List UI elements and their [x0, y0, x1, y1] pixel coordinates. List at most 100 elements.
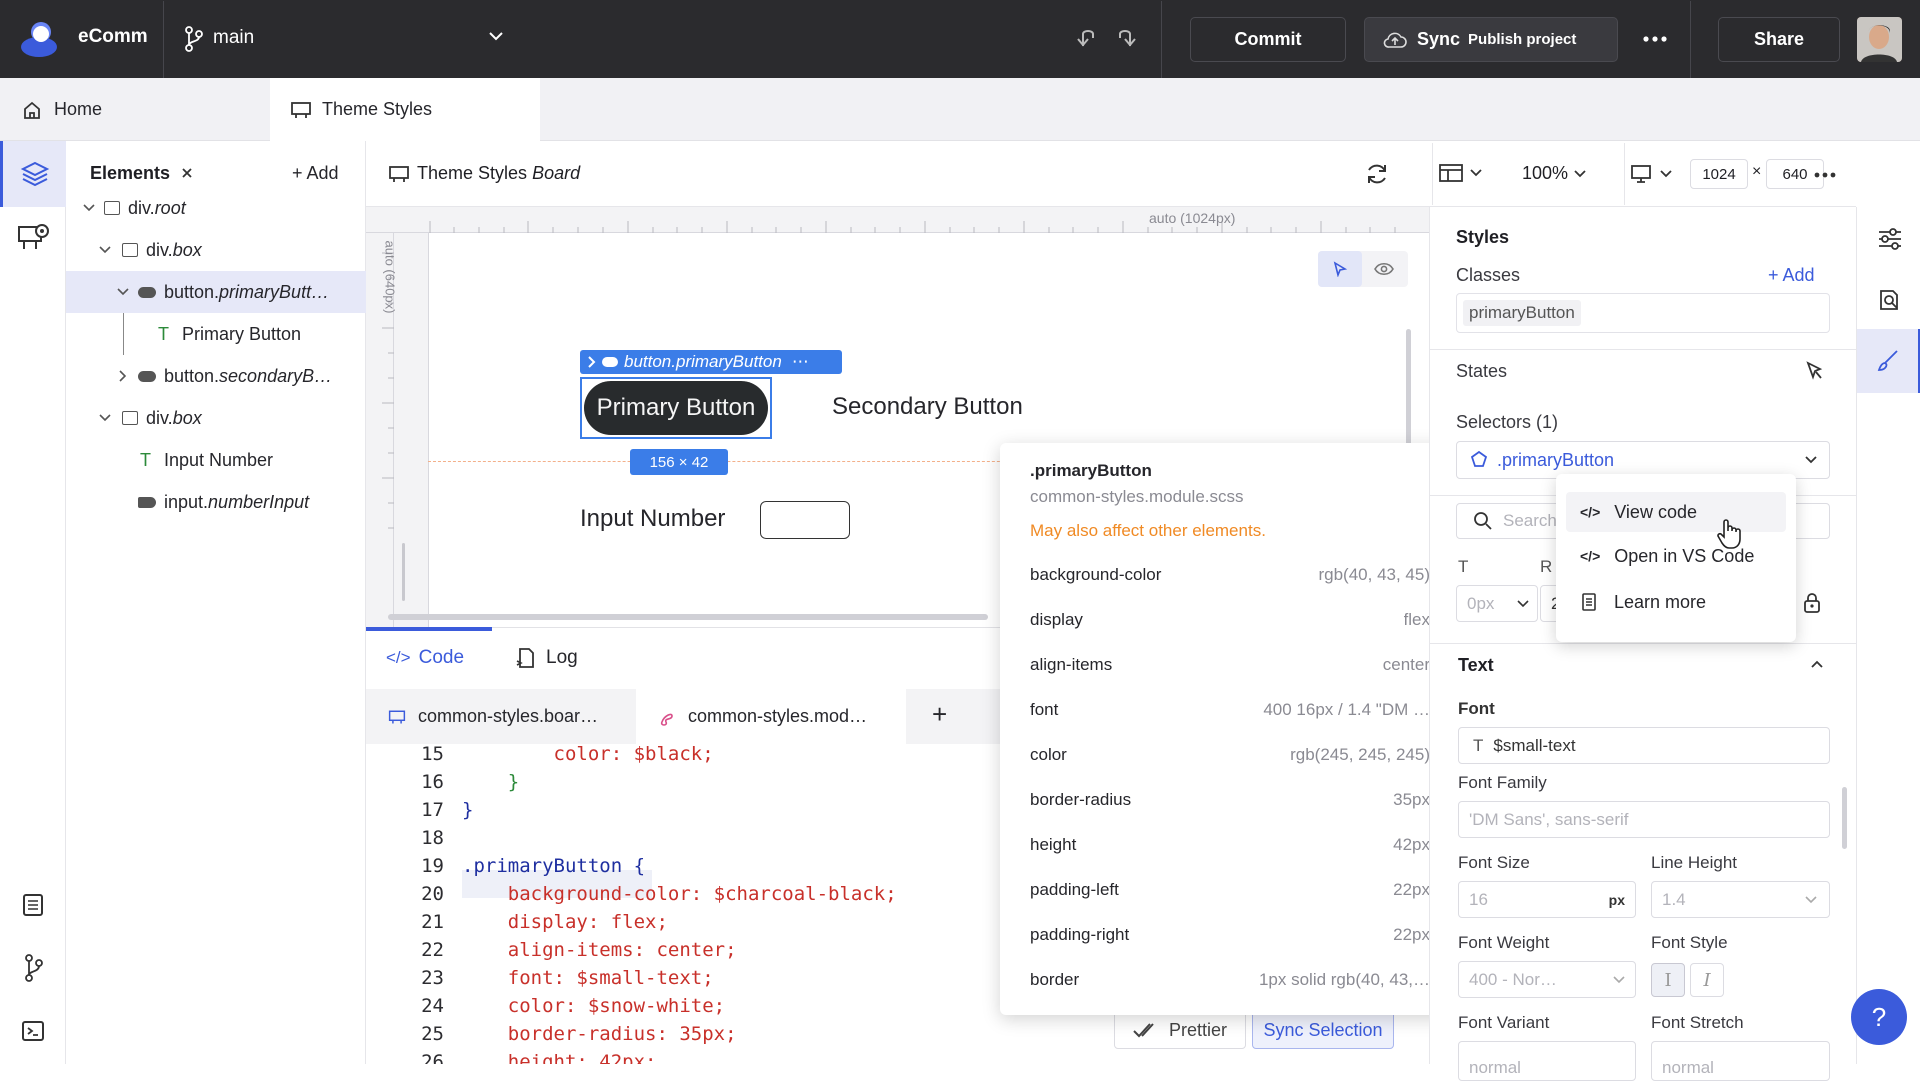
scrollbar-horizontal[interactable]: [388, 614, 988, 620]
font-size-unit[interactable]: px: [1609, 892, 1625, 908]
chevron-right-icon[interactable]: [118, 369, 128, 383]
layout-toggle[interactable]: [1438, 163, 1482, 183]
tree-item-div-box-2[interactable]: div.box: [66, 397, 366, 439]
panel-scrollbar[interactable]: [1842, 787, 1847, 849]
text-section-title[interactable]: Text: [1458, 655, 1494, 676]
code-icon: </>: [386, 648, 411, 667]
app-name[interactable]: eComm: [78, 26, 148, 48]
position-top-input[interactable]: 0px: [1456, 585, 1538, 622]
sync-selection-button[interactable]: Sync Selection: [1252, 1011, 1394, 1049]
tab-theme-styles[interactable]: Theme Styles: [270, 78, 540, 141]
tree-item-button-primary[interactable]: button.primaryButt…: [66, 271, 366, 313]
tab-code[interactable]: </> Code: [386, 647, 464, 669]
more-icon[interactable]: [1814, 163, 1836, 187]
font-variant-select[interactable]: normal: [1458, 1041, 1636, 1081]
undo-icon[interactable]: [1075, 26, 1101, 50]
property-value: center: [1382, 655, 1430, 674]
chevron-up-icon[interactable]: [1810, 659, 1824, 669]
add-element-button[interactable]: + Add: [292, 163, 339, 184]
tab-home[interactable]: Home: [0, 78, 270, 141]
zoom-select[interactable]: 100%: [1522, 163, 1586, 184]
tree-item-primary-button-text[interactable]: T Primary Button: [66, 313, 366, 355]
inspect-icon[interactable]: [1877, 287, 1903, 313]
chevron-down-icon[interactable]: [98, 413, 112, 423]
branch-name[interactable]: main: [213, 27, 254, 49]
layers-icon[interactable]: [0, 141, 66, 207]
board-title[interactable]: Theme Styles Board: [417, 163, 580, 184]
tab-log-label: Log: [546, 647, 578, 668]
line-text: height: 42px;: [462, 1051, 657, 1064]
share-button[interactable]: Share: [1718, 17, 1840, 62]
document-tabs: Home Theme Styles: [0, 78, 1920, 141]
sync-publish-button[interactable]: Sync Publish project: [1364, 17, 1618, 62]
chevron-down-icon[interactable]: [116, 287, 130, 297]
chevron-down-icon[interactable]: [488, 30, 504, 42]
primary-button[interactable]: Primary Button: [584, 381, 768, 435]
class-chip[interactable]: primaryButton: [1463, 300, 1581, 326]
scrollbar-vertical[interactable]: [1406, 329, 1411, 459]
tab-code-label: Code: [418, 647, 465, 668]
tab-log[interactable]: Log: [516, 647, 578, 669]
tree-item-input-number-text[interactable]: T Input Number: [66, 439, 366, 481]
tree-item-input-number[interactable]: input.numberInput: [66, 481, 366, 523]
document-icon[interactable]: [22, 893, 44, 917]
help-button[interactable]: ?: [1851, 989, 1907, 1045]
popover-file[interactable]: common-styles.module.scss: [1030, 487, 1244, 507]
avatar[interactable]: [1857, 17, 1902, 62]
more-icon[interactable]: ⋯: [792, 352, 809, 372]
menu-item-open-vscode[interactable]: </> Open in VS Code: [1566, 536, 1786, 576]
font-stretch-select[interactable]: normal: [1651, 1041, 1830, 1081]
chevron-down-icon[interactable]: [98, 245, 112, 255]
sliders-icon[interactable]: [1877, 227, 1903, 251]
tree-label: Primary Button: [182, 323, 302, 344]
chevron-down-icon[interactable]: [82, 203, 96, 213]
refresh-icon[interactable]: [1364, 161, 1390, 187]
secondary-button[interactable]: Secondary Button: [832, 393, 1023, 421]
artboard-edge: [428, 233, 429, 627]
more-icon[interactable]: [1642, 30, 1668, 48]
number-input[interactable]: [760, 501, 850, 539]
scrollbar-vertical-left[interactable]: [402, 543, 405, 601]
classes-field[interactable]: primaryButton: [1456, 293, 1830, 333]
close-icon[interactable]: [180, 165, 194, 181]
pointer-icon[interactable]: [1318, 251, 1362, 287]
settings-board-icon[interactable]: [17, 221, 51, 255]
file-tab-board[interactable]: common-styles.boar…: [366, 689, 636, 744]
commit-button[interactable]: Commit: [1190, 17, 1346, 62]
size-badge: 156 × 42: [630, 449, 728, 475]
eye-icon[interactable]: [1362, 251, 1406, 287]
app-logo-icon[interactable]: [20, 20, 60, 58]
new-tab-button[interactable]: +: [932, 699, 947, 730]
prettier-button[interactable]: Prettier: [1114, 1011, 1246, 1049]
tree-item-button-secondary[interactable]: button.secondaryB…: [66, 355, 366, 397]
board-suffix: Board: [532, 163, 581, 183]
tree-tag: button.: [164, 281, 220, 302]
tree-class: box: [172, 407, 202, 428]
line-height-input[interactable]: 1.4: [1651, 881, 1830, 918]
menu-item-learn-more[interactable]: Learn more: [1566, 582, 1786, 622]
font-size-input[interactable]: 16 px: [1458, 881, 1636, 918]
cursor-state-icon[interactable]: [1804, 359, 1826, 383]
redo-icon[interactable]: [1112, 26, 1138, 50]
brush-icon[interactable]: [1857, 329, 1920, 393]
font-token-input[interactable]: T $small-text: [1458, 727, 1830, 764]
git-branch-icon[interactable]: [23, 954, 45, 982]
terminal-icon[interactable]: [21, 1020, 45, 1042]
tree-item-div-box[interactable]: div.box: [66, 229, 366, 271]
canvas-mode-toolbar: [1318, 251, 1408, 287]
selection-label[interactable]: button.primaryButton ⋯: [580, 350, 842, 374]
menu-item-view-code[interactable]: </> View code: [1566, 492, 1786, 532]
font-style-normal-button[interactable]: I: [1651, 963, 1685, 997]
device-select[interactable]: [1630, 164, 1672, 184]
text-icon: T: [158, 323, 169, 344]
font-weight-select[interactable]: 400 - Nor…: [1458, 961, 1636, 998]
font-family-input[interactable]: 'DM Sans', sans-serif: [1458, 801, 1830, 838]
file-tab-scss[interactable]: common-styles.mod…: [636, 689, 906, 744]
line-number: 25: [421, 1023, 444, 1045]
width-input[interactable]: 1024: [1690, 159, 1748, 189]
tree-item-div-root[interactable]: div.root: [66, 187, 366, 229]
ruler-top-label: auto (1024px): [1149, 210, 1236, 226]
font-style-italic-button[interactable]: I: [1690, 963, 1724, 997]
add-class-button[interactable]: + Add: [1768, 265, 1815, 286]
lock-icon[interactable]: [1802, 591, 1822, 615]
